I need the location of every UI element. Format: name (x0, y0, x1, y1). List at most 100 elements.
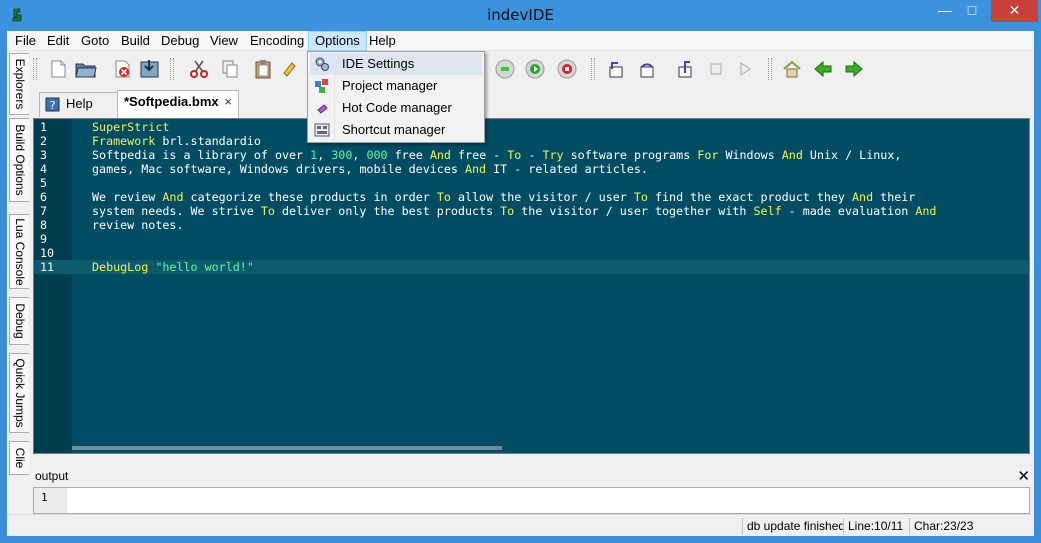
options-dropdown-menu: IDE Settings Project manager Hot Code ma… (307, 51, 485, 143)
tab-help[interactable]: ? Help (39, 92, 119, 117)
cut-icon[interactable] (186, 56, 212, 82)
line-number: 9 (40, 232, 48, 246)
side-tab-label: Explorers (12, 58, 27, 110)
close-tab-icon[interactable]: × (224, 91, 232, 113)
halt-icon[interactable] (703, 56, 729, 82)
continue-icon[interactable] (732, 56, 758, 82)
run-icon[interactable] (522, 56, 548, 82)
step-in-icon[interactable] (603, 56, 629, 82)
scrollbar-thumb[interactable] (72, 446, 502, 450)
tab-softpedia-bmx[interactable]: *Softpedia.bmx × (117, 90, 239, 118)
side-tab-label: Lua Console (12, 217, 27, 286)
menu-build[interactable]: Build (115, 31, 156, 51)
open-folder-icon[interactable] (73, 56, 99, 82)
output-close-icon[interactable]: ✕ (1017, 467, 1030, 485)
code-line: 4 games, Mac software, Windows drivers, m… (40, 162, 648, 176)
code-line: 10 (34, 246, 1029, 260)
code-line-current: 11 DebugLog "hello world!" (34, 260, 1029, 274)
menu-edit[interactable]: Edit (41, 31, 75, 51)
toolbar-separator (33, 58, 37, 80)
file-tabs: ? Help *Softpedia.bmx × (31, 89, 1034, 118)
code-line: 8 review notes. (40, 218, 184, 232)
title-bar: indevIDE — □ ✕ (0, 0, 1041, 31)
side-tab-debug[interactable]: Debug (9, 297, 29, 345)
menu-item-label: Hot Code manager (342, 100, 452, 115)
window-title: indevIDE (487, 6, 554, 24)
menu-item-shortcut-manager[interactable]: Shortcut manager (310, 119, 482, 141)
home-icon[interactable] (779, 56, 805, 82)
code-line: 9 (34, 232, 1029, 246)
save-icon[interactable] (137, 56, 163, 82)
line-number: 5 (40, 176, 48, 190)
project-icon (315, 79, 328, 93)
menu-view[interactable]: View (204, 31, 244, 51)
menu-options[interactable]: Options (308, 31, 367, 51)
menu-help[interactable]: Help (363, 31, 402, 51)
menu-item-hot-code-manager[interactable]: Hot Code manager (310, 97, 482, 119)
back-icon[interactable] (810, 56, 836, 82)
toolbar-separator (591, 58, 595, 80)
menu-item-ide-settings[interactable]: IDE Settings (310, 53, 482, 75)
horizontal-scrollbar[interactable] (72, 443, 1029, 453)
code-editor[interactable]: 1 SuperStrict 2 Framework brl.standardio 3… (33, 118, 1030, 454)
menu-item-label: Project manager (342, 78, 438, 93)
menu-bar: File Edit Goto Build Debug View Encoding… (7, 31, 1034, 51)
line-number: 1 (40, 120, 48, 134)
new-file-icon[interactable] (45, 56, 71, 82)
forward-icon[interactable] (841, 56, 867, 82)
window-client: File Edit Goto Build Debug View Encoding… (7, 31, 1034, 536)
line-number: 10 (40, 246, 55, 260)
menu-item-project-manager[interactable]: Project manager (310, 75, 482, 97)
line-number: 3 (40, 148, 48, 162)
side-tab-client[interactable]: Clie (9, 441, 29, 475)
step-over-icon[interactable] (634, 56, 660, 82)
shortcut-icon (314, 123, 330, 137)
side-tabs: Explorers Build Options Lua Console Debu… (7, 53, 29, 515)
menu-item-label: Shortcut manager (342, 122, 446, 137)
code-line: 3 Softpedia is a library of over 1, 300, … (40, 148, 902, 162)
side-tab-quick-jumps[interactable]: Quick Jumps (9, 353, 29, 433)
paste-icon[interactable] (250, 56, 276, 82)
code-line: 7 system needs. We strive To deliver only… (40, 204, 937, 218)
help-icon: ? (45, 97, 60, 112)
output-panel[interactable]: 1 (33, 487, 1030, 514)
code-line: 5 (34, 176, 1029, 190)
menu-encoding[interactable]: Encoding (244, 31, 310, 51)
side-tab-label: Build Options (12, 124, 27, 196)
tab-active-label: *Softpedia.bmx (124, 94, 219, 109)
line-number: 7 (40, 204, 48, 218)
find-icon[interactable] (276, 56, 302, 82)
code-line: 6 We review And categorize these products… (40, 190, 916, 204)
build-icon[interactable] (492, 56, 518, 82)
toolbar (31, 53, 1034, 87)
close-window-button[interactable]: ✕ (991, 0, 1038, 22)
menu-file[interactable]: File (9, 31, 42, 51)
step-out-icon[interactable] (672, 56, 698, 82)
status-char: Char:23/23 (909, 518, 999, 535)
output-line-number: 1 (34, 488, 67, 513)
status-line: Line:10/11 (843, 518, 909, 535)
minimize-button[interactable]: — (930, 0, 960, 22)
copy-icon[interactable] (217, 56, 243, 82)
code-line: 2 Framework brl.standardio (40, 134, 261, 148)
svg-text:?: ? (50, 99, 56, 112)
side-tab-label: Clie (12, 447, 27, 469)
side-tab-label: Debug (12, 303, 27, 339)
close-file-icon[interactable] (109, 56, 135, 82)
maximize-button[interactable]: □ (957, 0, 987, 22)
side-tab-label: Quick Jumps (12, 358, 27, 428)
line-number: 4 (40, 162, 48, 176)
side-tab-explorers[interactable]: Explorers (9, 53, 29, 115)
side-tab-lua-console[interactable]: Lua Console (9, 214, 29, 289)
settings-icon (315, 57, 329, 71)
side-tab-build-options[interactable]: Build Options (9, 118, 29, 202)
status-message: db update finished (742, 518, 843, 535)
toolbar-separator (170, 58, 174, 80)
output-title: output (35, 469, 69, 483)
menu-debug[interactable]: Debug (155, 31, 205, 51)
stop-icon[interactable] (554, 56, 580, 82)
menu-goto[interactable]: Goto (75, 31, 115, 51)
output-panel-header: output ✕ (31, 467, 1034, 487)
menu-item-label: IDE Settings (342, 56, 415, 71)
toolbar-separator (768, 58, 772, 80)
